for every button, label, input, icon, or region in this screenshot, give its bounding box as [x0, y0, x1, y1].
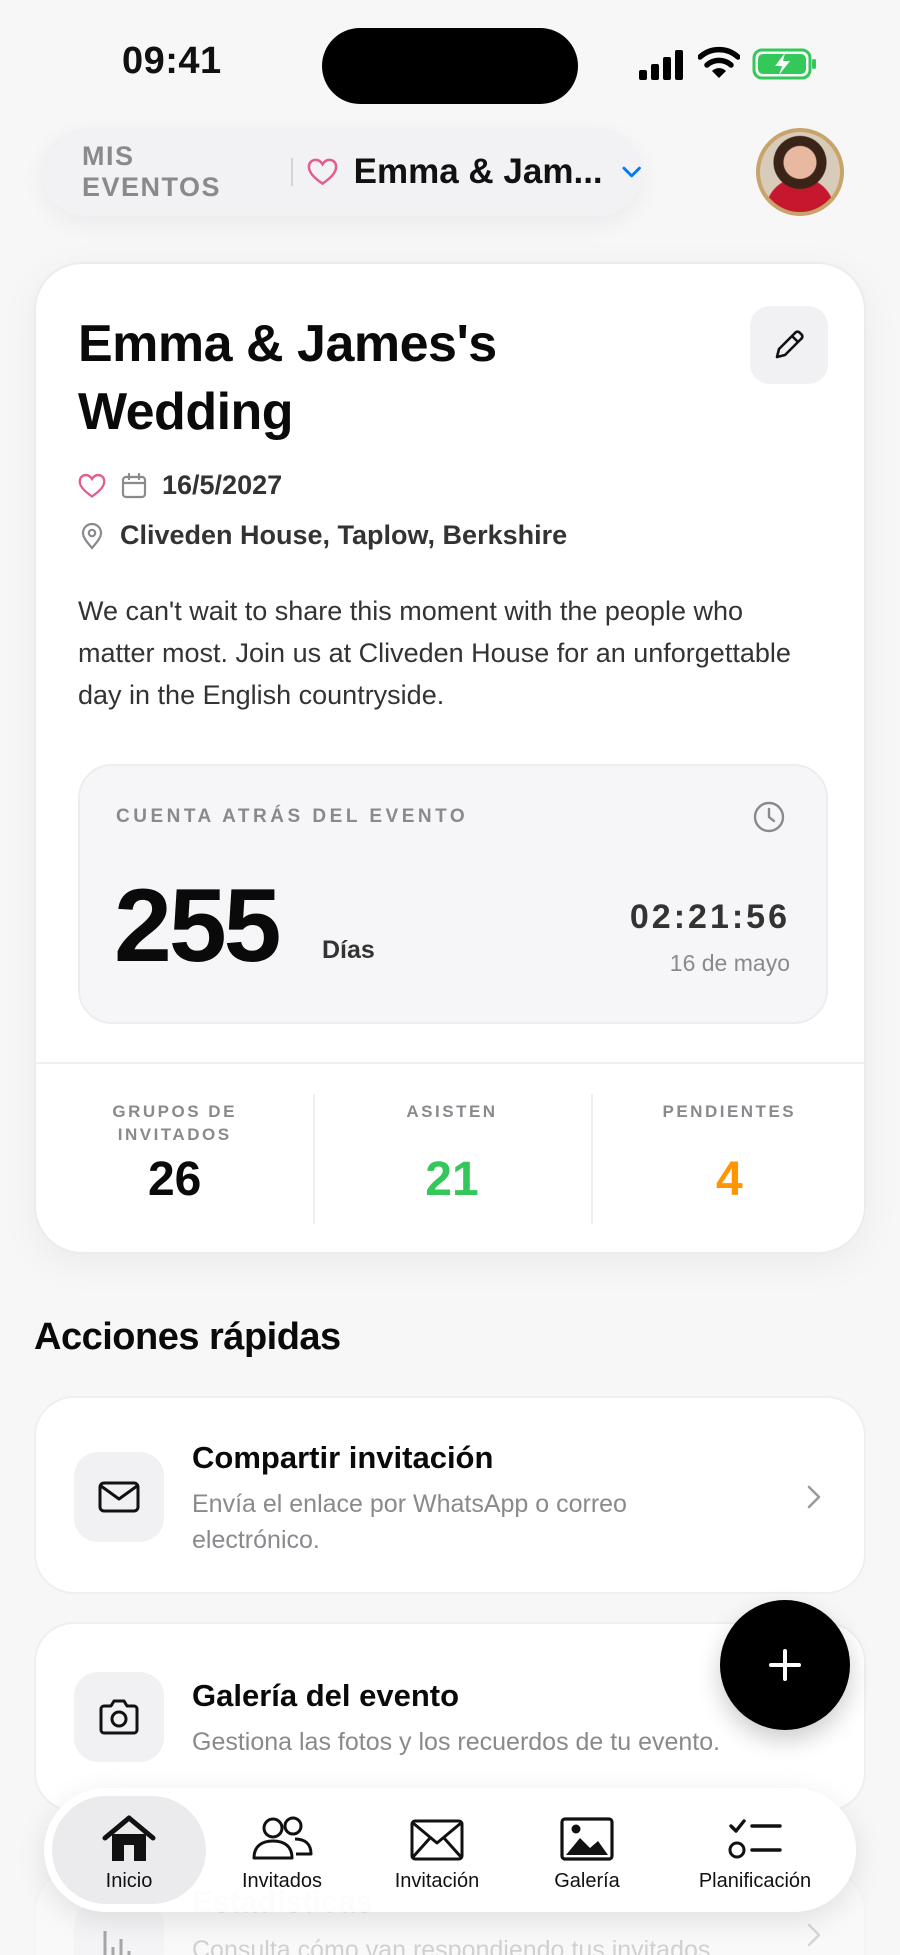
heart-icon	[78, 473, 106, 498]
image-icon	[560, 1817, 614, 1861]
add-button[interactable]	[720, 1600, 850, 1730]
camera-icon	[74, 1672, 164, 1762]
event-title: Emma & James's Wedding	[78, 315, 497, 441]
tab-guests[interactable]: Invitados	[214, 1796, 350, 1904]
tab-gallery[interactable]: Galería	[524, 1796, 650, 1904]
tab-label: Planificación	[698, 1870, 812, 1892]
status-time: 09:41	[122, 40, 222, 82]
stats-row: GRUPOS DE INVITADOS 26 ASISTEN 21 PENDIE…	[36, 1062, 864, 1252]
avatar[interactable]	[756, 128, 844, 216]
envelope-icon	[74, 1452, 164, 1542]
stat-label: ASISTEN	[406, 1102, 498, 1121]
countdown-time: 02:21:56	[629, 898, 790, 936]
envelope-icon	[410, 1819, 464, 1861]
action-subtitle: Consulta cómo van respondiendo tus invit…	[192, 1936, 711, 1955]
tab-home[interactable]: Inicio	[52, 1796, 206, 1904]
location-pin-icon	[81, 522, 103, 550]
people-icon	[252, 1816, 313, 1860]
event-switcher[interactable]: MIS EVENTOS Emma & Jam...	[42, 128, 642, 216]
calendar-icon	[121, 472, 147, 498]
action-subtitle: Gestiona las fotos y los recuerdos de tu…	[192, 1728, 721, 1756]
event-card: Emma & James's Wedding 16/5/2027 Clivede…	[34, 262, 866, 1254]
tab-label: Invitados	[241, 1870, 323, 1892]
event-date: 16/5/2027	[162, 470, 283, 500]
switcher-divider	[290, 158, 293, 186]
dynamic-island	[322, 28, 578, 104]
cellular-signal-icon	[639, 50, 683, 80]
action-title: Galería del evento	[192, 1678, 460, 1713]
event-location-row: Cliveden House, Taplow, Berkshire	[78, 520, 567, 551]
tab-label: Inicio	[105, 1870, 153, 1892]
stat-guest-groups[interactable]: GRUPOS DE INVITADOS 26	[36, 1064, 313, 1252]
share-invitation-card[interactable]: Compartir invitación Envía el enlace por…	[34, 1396, 866, 1594]
stat-pending[interactable]: PENDIENTES 4	[590, 1064, 864, 1252]
countdown-label: CUENTA ATRÁS DEL EVENTO	[116, 806, 469, 827]
stat-label: GRUPOS DE INVITADOS	[112, 1102, 237, 1144]
event-location: Cliveden House, Taplow, Berkshire	[120, 520, 568, 550]
tab-invitation[interactable]: Invitación	[362, 1796, 512, 1904]
stat-label: PENDIENTES	[662, 1102, 797, 1121]
chevron-right-icon	[807, 1923, 821, 1947]
action-title: Compartir invitación	[192, 1440, 494, 1475]
battery-icon	[752, 48, 816, 80]
stat-attending[interactable]: ASISTEN 21	[313, 1064, 590, 1252]
stat-value: 21	[425, 1153, 479, 1206]
selected-event-name: Emma & Jam...	[353, 152, 603, 191]
countdown-date: 16 de mayo	[669, 950, 790, 976]
plus-icon	[769, 1649, 801, 1681]
tab-bar: Inicio Invitados Invitación Galería Plan…	[44, 1788, 856, 1912]
quick-actions-title: Acciones rápidas	[34, 1316, 341, 1358]
status-bar: 09:41	[0, 0, 900, 120]
countdown-panel: CUENTA ATRÁS DEL EVENTO 255 Días 02:21:5…	[78, 764, 828, 1024]
clock-icon	[753, 801, 785, 833]
home-icon	[102, 1815, 156, 1861]
pencil-icon	[775, 330, 804, 359]
tab-label: Galería	[554, 1870, 620, 1892]
checklist-icon	[728, 1819, 782, 1859]
tab-planning[interactable]: Planificación	[670, 1796, 840, 1904]
countdown-days-label: Días	[322, 936, 375, 964]
stat-value: 26	[147, 1153, 202, 1206]
switcher-label: MIS EVENTOS	[82, 141, 222, 202]
stat-value: 4	[715, 1153, 743, 1206]
action-subtitle: Envía el enlace por WhatsApp o correo el…	[192, 1490, 627, 1554]
chevron-down-icon	[622, 166, 641, 178]
countdown-days: 255	[114, 868, 282, 984]
event-date-row: 16/5/2027	[78, 470, 282, 501]
event-description: We can't wait to share this moment with …	[78, 596, 791, 710]
chevron-right-icon	[807, 1485, 821, 1509]
wifi-icon	[698, 46, 740, 78]
tab-label: Invitación	[394, 1870, 480, 1892]
edit-event-button[interactable]	[750, 306, 828, 384]
heart-icon	[307, 158, 337, 186]
